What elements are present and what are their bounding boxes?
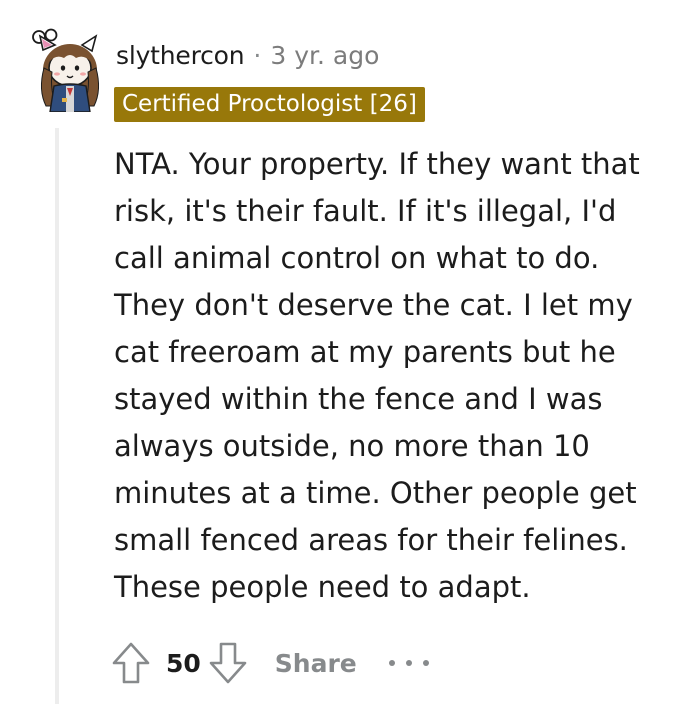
ellipsis-icon <box>388 660 395 666</box>
timestamp[interactable]: 3 yr. ago <box>270 38 379 74</box>
avatar-image <box>32 28 100 113</box>
comment-actions-bar: 50 Share <box>106 636 429 690</box>
comment-body-line: These people need to adapt. <box>114 570 531 604</box>
avatar[interactable] <box>26 28 110 113</box>
user-flair-badge: Certified Proctologist [26] <box>114 87 425 122</box>
ellipsis-icon <box>405 660 412 666</box>
comment-body-line: risk, it's their fault. If it's illegal,… <box>114 194 617 228</box>
upvote-button[interactable] <box>106 636 156 690</box>
share-button[interactable]: Share <box>275 649 357 678</box>
thread-line[interactable] <box>55 128 59 704</box>
separator-dot: · <box>253 41 262 70</box>
comment-body-line: minutes at a time. Other people get <box>114 476 637 510</box>
share-label: Share <box>274 648 357 678</box>
more-options-button[interactable] <box>388 648 429 678</box>
comment-body-line: always outside, no more than 10 <box>114 429 590 463</box>
arrow-down-icon <box>209 642 247 684</box>
comment-body: NTA. Your property. If they want that ri… <box>114 141 694 611</box>
downvote-button[interactable] <box>203 636 253 690</box>
comment-header: slythercon · 3 yr. ago <box>116 38 379 74</box>
comment-body-line: They don't deserve the cat. I let my <box>114 288 633 322</box>
comment-body-line: stayed within the fence and I was <box>114 382 603 416</box>
comment-body-line: call animal control on what to do. <box>114 241 600 275</box>
ellipsis-icon <box>422 660 429 666</box>
arrow-up-icon <box>112 642 150 684</box>
vote-score: 50 <box>166 648 201 678</box>
comment-body-line: cat freeroam at my parents but he <box>114 335 616 369</box>
comment-body-line: NTA. Your property. If they want that <box>114 147 640 181</box>
comment-body-line: small fenced areas for their felines. <box>114 523 628 557</box>
username-link[interactable]: slythercon <box>116 38 245 74</box>
